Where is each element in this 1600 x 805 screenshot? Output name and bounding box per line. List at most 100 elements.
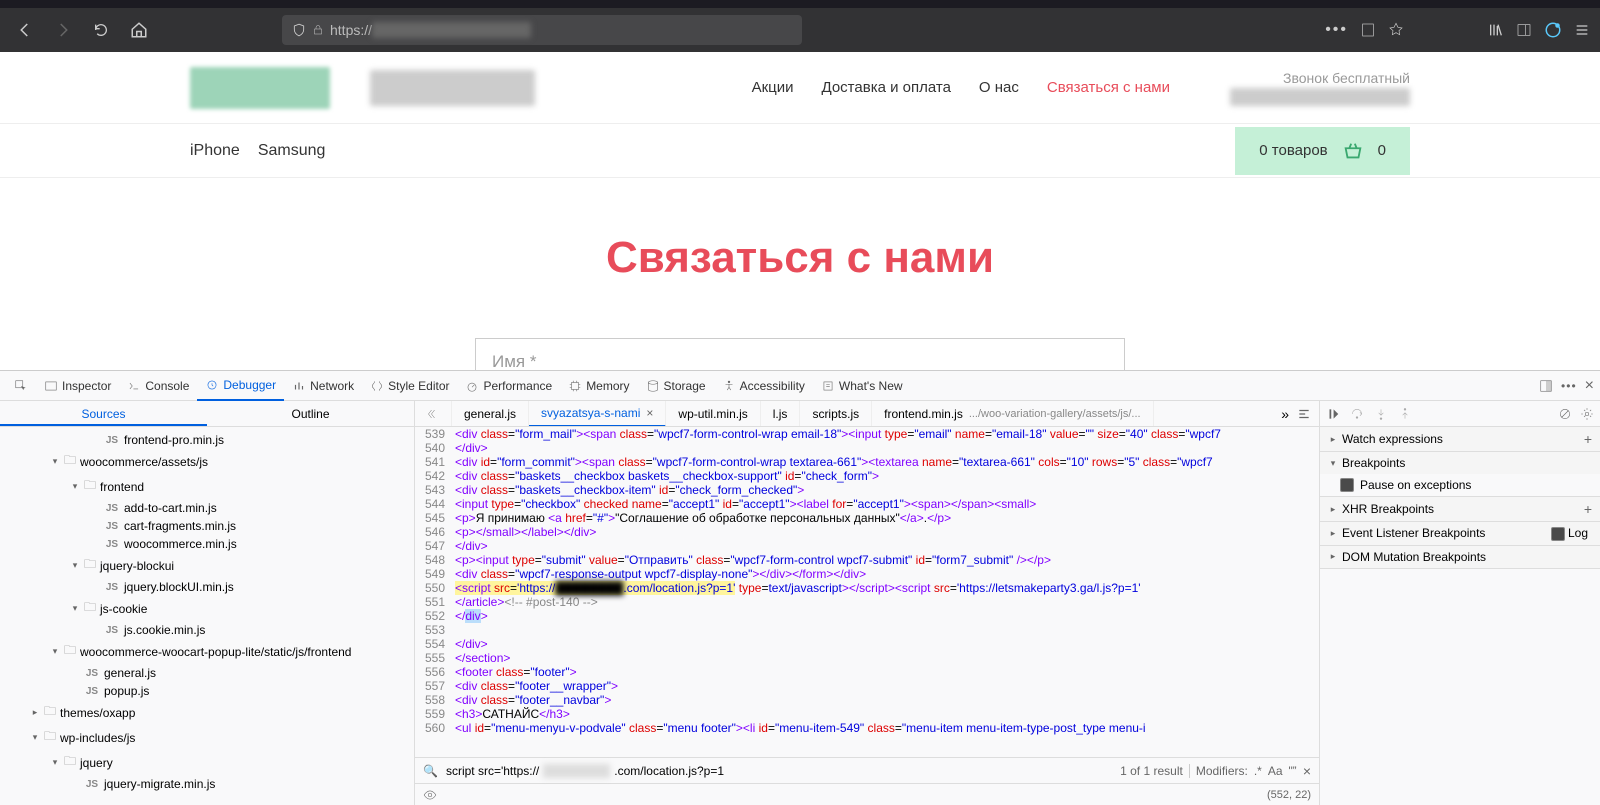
tab-console[interactable]: Console (119, 371, 197, 401)
file-tab-frontend[interactable]: frontend.min.js .../woo-variation-galler… (872, 401, 1154, 427)
prettify-icon[interactable] (1297, 407, 1311, 421)
debug-panel: ▸Watch expressions+ ▾Breakpoints Pause o… (1320, 401, 1600, 805)
tabs-overflow-icon[interactable]: » (1281, 406, 1289, 422)
nav-link-promo[interactable]: Акции (752, 79, 794, 96)
cart-widget[interactable]: 0 товаров 0 (1235, 127, 1410, 175)
watch-expressions-header[interactable]: ▸Watch expressions+ (1320, 427, 1600, 451)
devtools: Inspector Console Debugger Network Style… (0, 370, 1600, 805)
event-breakpoints-header[interactable]: ▸Event Listener Breakpoints Log (1320, 522, 1600, 545)
regex-toggle[interactable]: .* (1254, 764, 1262, 778)
file-tabs: general.js svyazatsya-s-nami× wp-util.mi… (415, 401, 1319, 427)
tab-inspector[interactable]: Inspector (36, 371, 119, 401)
devtools-close-icon[interactable]: × (1585, 377, 1594, 395)
tree-item[interactable]: ▾🗀js-cookie (0, 596, 414, 621)
tab-storage[interactable]: Storage (638, 371, 714, 401)
xhr-breakpoints-header[interactable]: ▸XHR Breakpoints+ (1320, 497, 1600, 521)
tree-item[interactable]: JSwoocommerce.min.js (0, 535, 414, 553)
url-text: https://████████████████ (330, 22, 531, 38)
back-button[interactable] (10, 15, 40, 45)
tree-item[interactable]: ▾🗀woocommerce-woocart-popup-lite/static/… (0, 639, 414, 664)
page-actions-icon[interactable]: ••• (1325, 21, 1348, 39)
phone-block: Звонок бесплатный (1230, 70, 1410, 106)
tree-item[interactable]: ▾🗀jquery-blockui (0, 553, 414, 578)
file-tab-general[interactable]: general.js (452, 401, 529, 427)
library-icon[interactable] (1488, 22, 1504, 38)
log-checkbox[interactable] (1551, 527, 1565, 541)
browser-tab-strip (0, 0, 1600, 8)
sources-tab[interactable]: Sources (0, 401, 207, 426)
tab-debugger[interactable]: Debugger (197, 371, 284, 401)
step-over-icon[interactable] (1350, 407, 1364, 421)
cart-count: 0 (1378, 142, 1386, 159)
dom-breakpoints-header[interactable]: ▸DOM Mutation Breakpoints (1320, 546, 1600, 568)
forward-button[interactable] (48, 15, 78, 45)
site-logo[interactable] (190, 67, 330, 109)
tree-item[interactable]: JSjs.cookie.min.js (0, 621, 414, 639)
file-tab-prev[interactable] (415, 401, 452, 427)
sources-tree[interactable]: JSfrontend-pro.min.js▾🗀woocommerce/asset… (0, 427, 414, 805)
whole-word-toggle[interactable]: "‟ (1289, 764, 1297, 778)
add-watch-icon[interactable]: + (1584, 431, 1592, 447)
nav-link-delivery[interactable]: Доставка и оплата (822, 79, 951, 96)
search-input[interactable]: script src='https://██████.com/location.… (446, 764, 724, 778)
search-close-icon[interactable]: × (1303, 763, 1311, 779)
search-result-count: 1 of 1 result (1120, 764, 1183, 778)
tree-item[interactable]: ▸🗀themes/oxapp (0, 700, 414, 725)
file-tab-wputil[interactable]: wp-util.min.js (666, 401, 760, 427)
eye-icon[interactable] (423, 788, 437, 802)
tab-performance[interactable]: Performance (457, 371, 560, 401)
pause-on-exceptions[interactable]: Pause on exceptions (1320, 474, 1600, 496)
settings-icon[interactable] (1580, 407, 1594, 421)
tree-item[interactable]: JSpopup.js (0, 682, 414, 700)
outline-tab[interactable]: Outline (207, 401, 414, 426)
devtools-more-icon[interactable]: ••• (1561, 379, 1577, 393)
step-in-icon[interactable] (1374, 407, 1388, 421)
tree-item[interactable]: JScart-fragments.min.js (0, 517, 414, 535)
phone-number[interactable] (1230, 88, 1410, 106)
search-icon[interactable]: 🔍 (423, 764, 438, 778)
tab-style-editor[interactable]: Style Editor (362, 371, 457, 401)
tree-item[interactable]: JSadd-to-cart.min.js (0, 499, 414, 517)
tree-item[interactable]: JSgeneral.js (0, 664, 414, 682)
tree-item[interactable]: JSjquery-migrate.min.js (0, 775, 414, 793)
tab-network[interactable]: Network (284, 371, 362, 401)
cursor-coords: (552, 22) (1267, 789, 1311, 801)
resume-icon[interactable] (1326, 407, 1340, 421)
tree-item[interactable]: ▾🗀jquery (0, 750, 414, 775)
blackbox-icon[interactable] (1558, 407, 1572, 421)
tree-item[interactable]: ▾🗀woocommerce/assets/js (0, 449, 414, 474)
sec-link-iphone[interactable]: iPhone (190, 142, 240, 160)
tree-item[interactable]: ▾🗀frontend (0, 474, 414, 499)
tab-whats-new[interactable]: What's New (813, 371, 911, 401)
add-xhr-icon[interactable]: + (1584, 501, 1592, 517)
file-tab-active[interactable]: svyazatsya-s-nami× (529, 401, 666, 427)
home-button[interactable] (124, 15, 154, 45)
nav-link-contact[interactable]: Связаться с нами (1047, 79, 1170, 96)
tab-accessibility[interactable]: Accessibility (714, 371, 813, 401)
devtools-tabs: Inspector Console Debugger Network Style… (0, 371, 1600, 401)
tree-item[interactable]: ▾🗀wp-includes/js (0, 725, 414, 750)
account-icon[interactable] (1544, 21, 1562, 39)
reload-button[interactable] (86, 15, 116, 45)
case-toggle[interactable]: Aa (1268, 764, 1283, 778)
file-tab-ljs[interactable]: l.js (761, 401, 801, 427)
sec-link-samsung[interactable]: Samsung (258, 142, 326, 160)
reader-icon[interactable] (1360, 22, 1376, 38)
breakpoints-header[interactable]: ▾Breakpoints (1320, 452, 1600, 474)
code-area[interactable]: 539<div class="form_mail"><span class="w… (415, 427, 1319, 757)
cart-text: 0 товаров (1259, 142, 1327, 159)
nav-link-about[interactable]: О нас (979, 79, 1019, 96)
tab-memory[interactable]: Memory (560, 371, 637, 401)
sidebar-icon[interactable] (1516, 22, 1532, 38)
pause-checkbox[interactable] (1340, 478, 1354, 492)
file-tab-scripts[interactable]: scripts.js (800, 401, 872, 427)
close-tab-icon[interactable]: × (646, 406, 653, 420)
menu-icon[interactable] (1574, 22, 1590, 38)
dock-icon[interactable] (1539, 379, 1553, 393)
element-picker-icon[interactable] (6, 371, 36, 401)
step-out-icon[interactable] (1398, 407, 1412, 421)
bookmark-star-icon[interactable] (1388, 22, 1404, 38)
tree-item[interactable]: JSfrontend-pro.min.js (0, 431, 414, 449)
tree-item[interactable]: JSjquery.blockUI.min.js (0, 578, 414, 596)
url-bar[interactable]: https://████████████████ (282, 15, 802, 45)
